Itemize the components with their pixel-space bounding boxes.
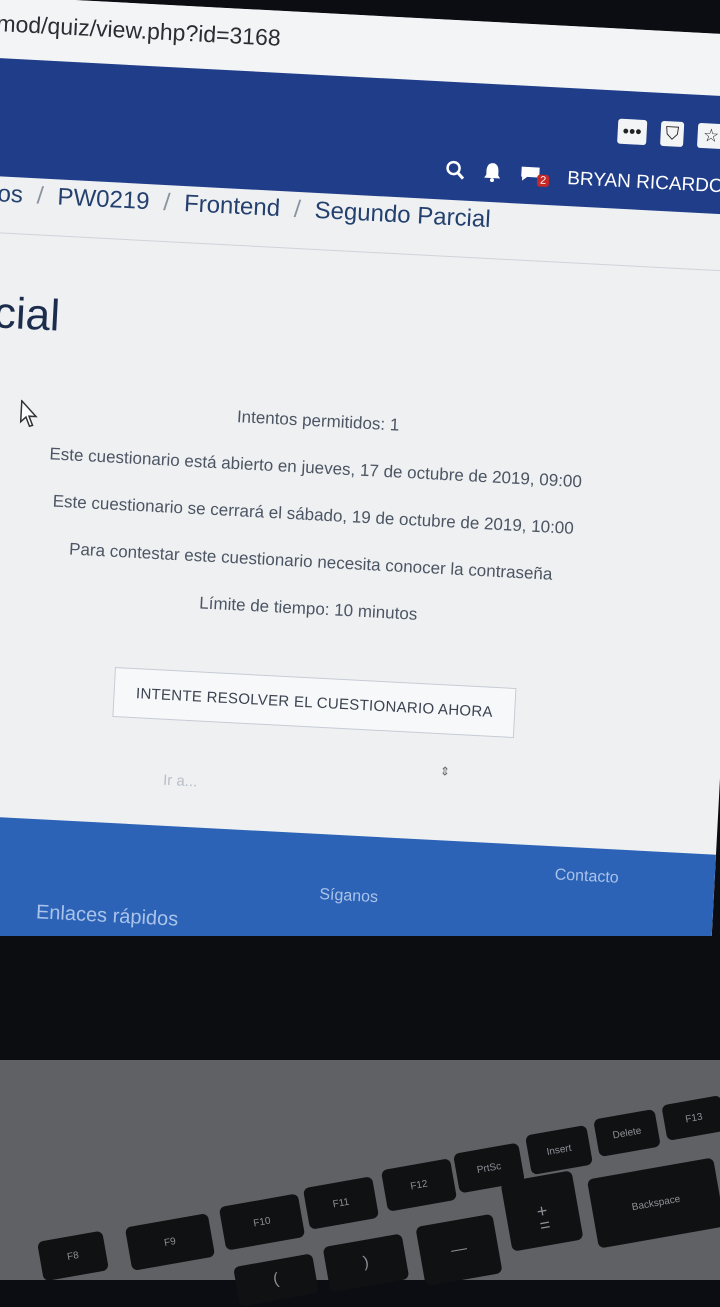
page-title: rcial (0, 287, 62, 341)
page-actions-menu[interactable]: ••• (617, 118, 648, 146)
key-f9: F9 (124, 1213, 216, 1271)
footer-contact: Contacto (554, 866, 620, 887)
key-backspace: Backspace (586, 1157, 720, 1249)
messages-icon[interactable]: 2 (519, 165, 550, 191)
message-count-badge: 2 (536, 174, 550, 188)
key-0: ) (322, 1233, 410, 1293)
password-notice: Para contestar este cuestionario necesit… (68, 539, 553, 584)
user-menu-row: 2 BRYAN RICARDO (445, 160, 720, 201)
chevron-updown-icon[interactable]: ⇕ (440, 764, 451, 779)
breadcrumb-item-courses[interactable]: sos (0, 180, 24, 210)
breadcrumb-item-course[interactable]: PW0219 (57, 183, 150, 216)
breadcrumb-separator: / (36, 182, 45, 210)
key-delete: Delete (593, 1108, 661, 1158)
bookmark-star-icon[interactable]: ☆ (697, 122, 720, 150)
search-icon[interactable] (445, 160, 466, 187)
notification-bell-icon[interactable] (483, 162, 502, 189)
breadcrumb-item-section[interactable]: Frontend (183, 190, 280, 223)
pocket-icon[interactable]: ⛉ (659, 120, 685, 148)
divider (0, 229, 720, 273)
screen: mod/quiz/view.php?id=3168 ••• ⛉ ☆ 2 BRYA… (0, 0, 720, 995)
attempts-allowed: Intentos permitidos: 1 (236, 407, 400, 435)
breadcrumb-separator: / (162, 188, 171, 217)
jump-to-select[interactable]: Ir a... (163, 772, 198, 791)
user-name[interactable]: BRYAN RICARDO (567, 168, 720, 198)
key-f8: F8 (37, 1230, 109, 1282)
time-limit: Límite de tiempo: 10 minutos (198, 593, 418, 624)
key-9: ( (233, 1253, 319, 1307)
browser-actions: ••• ⛉ ☆ (617, 118, 720, 150)
attempt-quiz-button[interactable]: INTENTE RESOLVER EL CUESTIONARIO AHORA (112, 667, 517, 739)
quiz-info: Intentos permitidos: 1 Este cuestionario… (0, 395, 638, 663)
key-f10: F10 (218, 1193, 306, 1251)
key-f11: F11 (302, 1176, 380, 1230)
breadcrumb-separator: / (293, 195, 302, 224)
key-minus: — (415, 1213, 503, 1287)
key-f12: F12 (380, 1158, 458, 1212)
key-f13: F13 (661, 1095, 720, 1141)
breadcrumb-item-quiz[interactable]: Segundo Parcial (314, 197, 491, 234)
quiz-close-date: Este cuestionario se cerrará el sábado, … (52, 491, 575, 538)
laptop-keyboard: F8 F9 F10 F11 F12 PrtSc Insert Delete F1… (0, 1060, 720, 1307)
url-text[interactable]: mod/quiz/view.php?id=3168 (0, 10, 281, 52)
laptop-bezel (0, 936, 720, 1066)
quiz-open-date: Este cuestionario está abierto en jueves… (49, 444, 583, 492)
footer-quick-links: Enlaces rápidos (35, 901, 179, 931)
key-insert: Insert (524, 1124, 594, 1176)
footer-follow-us: Síganos (318, 886, 379, 907)
